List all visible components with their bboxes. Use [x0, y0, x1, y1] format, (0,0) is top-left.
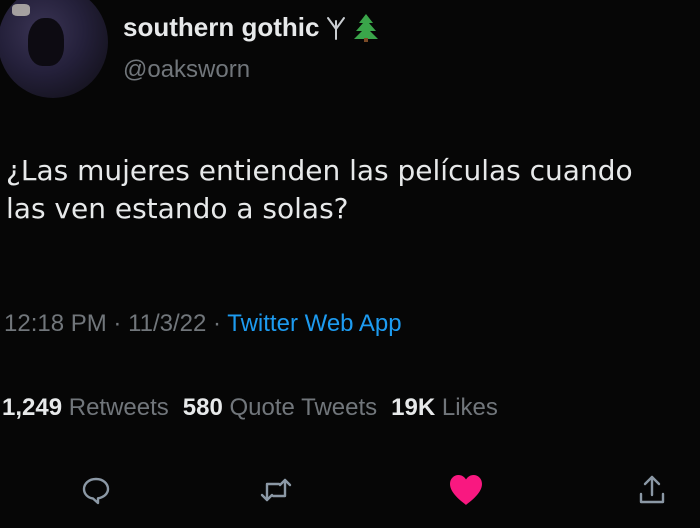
likes-label: Likes — [441, 394, 498, 421]
tweet-date[interactable]: 11/3/22 — [128, 310, 206, 337]
tweet-text-line: ¿Las mujeres entienden las películas cua… — [6, 154, 633, 187]
tweet-text-line: las ven estando a solas? — [6, 192, 349, 225]
quotes-stat[interactable]: 580 Quote Tweets — [183, 394, 377, 421]
reply-button[interactable] — [76, 470, 116, 510]
meta-separator: · — [106, 310, 129, 337]
tweet-stats: 1,249 Retweets 580 Quote Tweets 19K Likes — [2, 394, 498, 422]
like-icon — [450, 475, 482, 505]
tweet-actions — [0, 470, 700, 510]
like-button[interactable] — [446, 470, 486, 510]
retweet-button[interactable] — [256, 470, 296, 510]
likes-count: 19K — [391, 394, 436, 421]
tweet-text: ¿Las mujeres entienden las películas cua… — [6, 152, 696, 228]
display-name[interactable]: southern gothic — [123, 12, 319, 43]
meta-separator: · — [206, 310, 228, 337]
tweet-time[interactable]: 12:18 PM — [4, 310, 107, 337]
share-button[interactable] — [632, 470, 672, 510]
quotes-count: 580 — [182, 394, 223, 421]
avatar-highlight — [12, 4, 30, 16]
evergreen-tree-icon — [353, 13, 379, 43]
quotes-label: Quote Tweets — [229, 394, 378, 421]
retweets-label: Retweets — [68, 394, 169, 421]
display-name-row[interactable]: southern gothic — [123, 12, 379, 43]
avatar-figure — [28, 18, 64, 66]
likes-stat[interactable]: 19K Likes — [391, 394, 498, 421]
retweet-icon — [260, 478, 292, 502]
reply-icon — [82, 477, 110, 505]
share-icon — [639, 475, 665, 504]
tweet-source[interactable]: Twitter Web App — [227, 310, 401, 337]
avatar[interactable] — [0, 0, 108, 98]
retweets-count: 1,249 — [2, 394, 63, 421]
tweet-meta: 12:18 PM · 11/3/22 · Twitter Web App — [4, 310, 402, 338]
retweets-stat[interactable]: 1,249 Retweets — [2, 394, 169, 421]
rune-algiz-icon — [325, 15, 347, 41]
user-handle[interactable]: @oaksworn — [123, 56, 250, 84]
